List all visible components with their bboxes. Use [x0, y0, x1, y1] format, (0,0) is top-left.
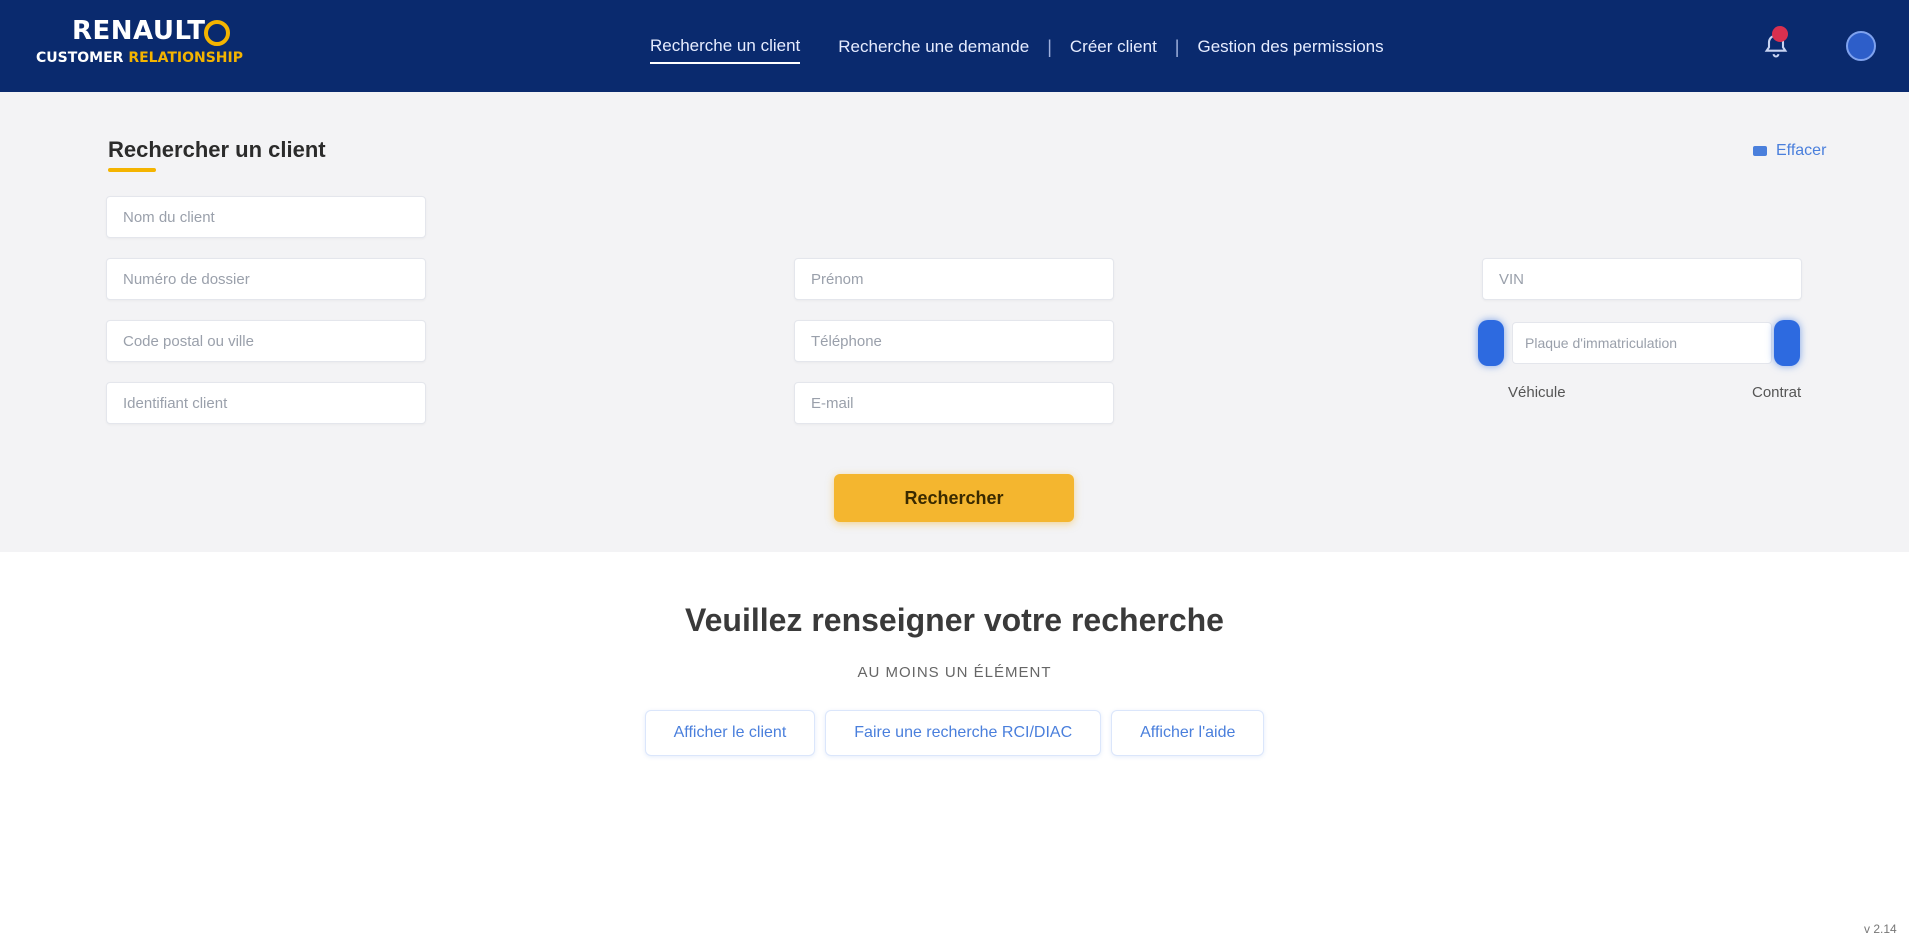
nav-separator: |: [1174, 36, 1180, 57]
nav-search-request[interactable]: Recherche une demande: [838, 31, 1029, 63]
nav-separator: |: [1047, 36, 1052, 57]
quick-actions: Afficher le client Faire une recherche R…: [0, 710, 1909, 756]
nav-permissions[interactable]: Gestion des permissions: [1197, 31, 1383, 63]
reset-label: Effacer: [1776, 142, 1827, 159]
first-name-input[interactable]: [794, 258, 1114, 300]
brand-logo[interactable]: RENAULT CUSTOMER RELATIONSHIP: [36, 16, 256, 74]
range-left-label: Véhicule: [1508, 384, 1566, 401]
help-chip[interactable]: Afficher l'aide: [1111, 710, 1265, 756]
client-id-input[interactable]: [106, 382, 426, 424]
rci-search-chip[interactable]: Faire une recherche RCI/DIAC: [825, 710, 1102, 756]
search-title: Rechercher un client: [108, 137, 326, 162]
main-nav: Recherche un client Recherche une demand…: [650, 30, 1384, 64]
postal-code-input[interactable]: [106, 320, 426, 362]
version-label: v 2.14: [1864, 922, 1897, 936]
range-handle-right[interactable]: [1774, 320, 1800, 366]
logo-top-text: RENAULT: [72, 16, 206, 46]
plate-range: [1478, 320, 1806, 366]
reset-link[interactable]: Effacer: [1752, 142, 1826, 160]
logo-bottom-accent: RELATIONSHIP: [128, 50, 243, 66]
range-right-label: Contrat: [1752, 384, 1802, 401]
range-handle-left[interactable]: [1478, 320, 1504, 366]
notification-badge: [1772, 26, 1788, 42]
eraser-icon: [1753, 146, 1767, 156]
phone-input[interactable]: [794, 320, 1114, 362]
empty-state-title: Veuillez renseigner votre recherche: [685, 602, 1224, 638]
vin-input[interactable]: [1482, 258, 1802, 300]
last-name-input[interactable]: [106, 196, 426, 238]
empty-state-subtitle: AU MOINS UN ÉLÉMENT: [857, 664, 1052, 681]
top-header: RENAULT CUSTOMER RELATIONSHIP Recherche …: [0, 0, 1909, 92]
show-client-chip[interactable]: Afficher le client: [644, 710, 816, 756]
nav-search-client[interactable]: Recherche un client: [650, 30, 801, 64]
search-panel: Rechercher un client Effacer Véhicule Co…: [0, 92, 1909, 552]
logo-bottom-main: CUSTOMER: [36, 50, 124, 66]
search-button[interactable]: Rechercher: [834, 474, 1074, 522]
user-icon[interactable]: [1846, 31, 1876, 61]
dossier-number-input[interactable]: [106, 258, 426, 300]
nav-create-client[interactable]: Créer client: [1070, 31, 1157, 63]
logo-circle-icon: [204, 20, 230, 46]
email-input[interactable]: [794, 382, 1114, 424]
plate-input[interactable]: [1512, 322, 1772, 364]
title-underline: [108, 168, 156, 172]
logo-bottom-text: CUSTOMER RELATIONSHIP: [36, 50, 243, 66]
